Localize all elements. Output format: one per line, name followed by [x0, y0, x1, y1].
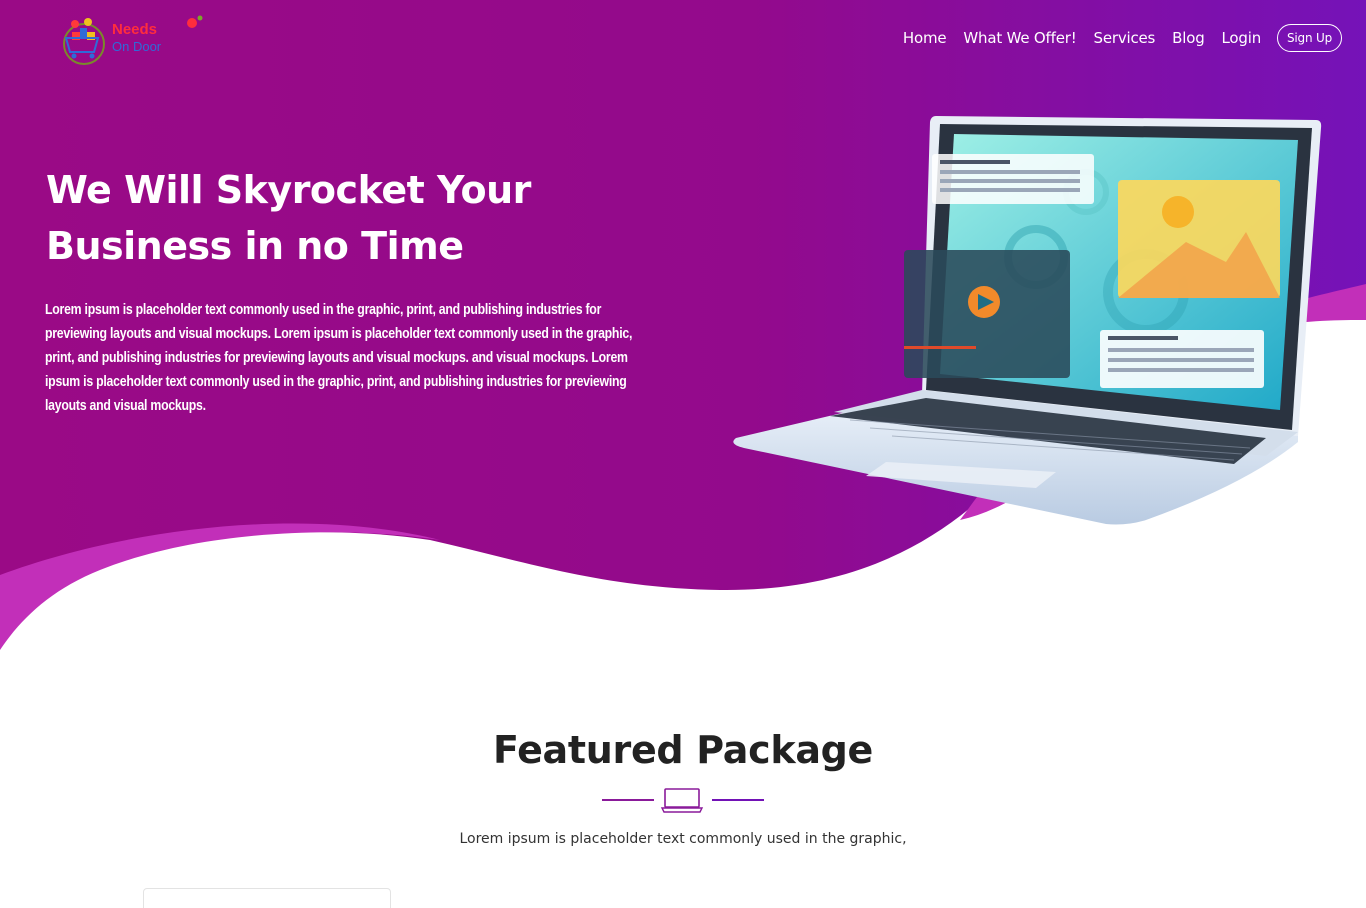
nav-blog[interactable]: Blog — [1172, 29, 1205, 47]
logo-wordmark-line1: Needs — [112, 21, 158, 38]
signup-button[interactable]: Sign Up — [1277, 24, 1342, 52]
featured-divider — [602, 788, 764, 813]
featured-subtitle: Lorem ipsum is placeholder text commonly… — [459, 831, 907, 847]
hero-title-line1: We Will Skyrocket Your — [46, 168, 531, 212]
nav-login[interactable]: Login — [1222, 29, 1262, 47]
main-nav: Home What We Offer! Services Blog Login … — [886, 24, 1342, 52]
hero-title: We Will Skyrocket Your Business in no Ti… — [46, 162, 606, 274]
cart-logo-icon — [63, 18, 105, 65]
laptop-icon — [660, 788, 704, 813]
logo-wordmark-line2: On Door — [112, 39, 162, 54]
nav-what-we-offer[interactable]: What We Offer! — [963, 29, 1076, 47]
nav-home[interactable]: Home — [903, 29, 947, 47]
hero-paragraph: Lorem ipsum is placeholder text commonly… — [45, 301, 633, 414]
package-card[interactable] — [143, 888, 391, 908]
laptop-illustration — [733, 116, 1322, 525]
nav-services[interactable]: Services — [1094, 29, 1156, 47]
hero-title-line2: Business in no Time — [46, 224, 464, 268]
featured-title: Featured Package — [492, 728, 874, 772]
tomato-icon — [187, 15, 203, 28]
